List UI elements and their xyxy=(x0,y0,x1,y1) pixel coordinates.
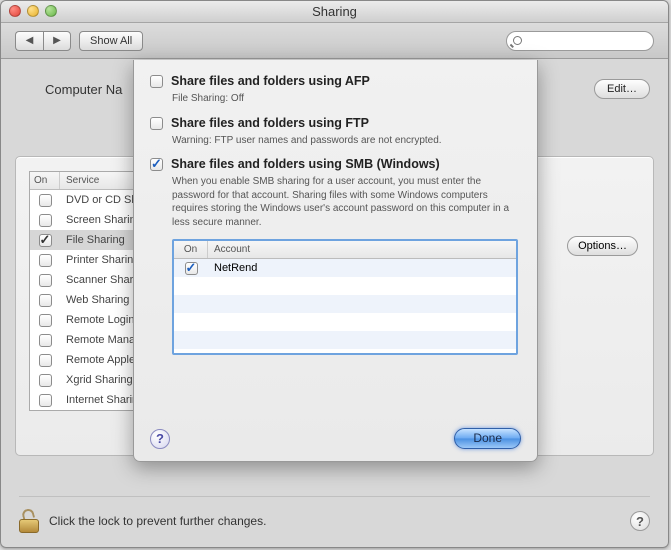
minimize-window-button[interactable] xyxy=(27,5,39,17)
search-field[interactable] xyxy=(506,31,654,51)
account-name: NetRend xyxy=(208,262,516,274)
afp-sub: File Sharing: Off xyxy=(172,92,521,106)
forward-button[interactable]: ▶ xyxy=(43,31,71,51)
service-checkbox[interactable] xyxy=(39,274,52,287)
lock-icon[interactable] xyxy=(19,509,39,533)
close-window-button[interactable] xyxy=(9,5,21,17)
sharing-prefpane-window: Sharing ◀ ▶ Show All Computer Na Edit… C… xyxy=(0,0,669,548)
done-button[interactable]: Done xyxy=(454,428,521,449)
afp-label: Share files and folders using AFP xyxy=(171,74,370,88)
options-sheet: Share files and folders using AFP File S… xyxy=(133,60,538,462)
service-checkbox[interactable] xyxy=(39,194,52,207)
nav-buttons: ◀ ▶ xyxy=(15,31,71,51)
ftp-label: Share files and folders using FTP xyxy=(171,116,369,130)
computer-name-label: Computer Na xyxy=(45,82,122,97)
accounts-table: On Account NetRend xyxy=(172,239,518,355)
services-header-on: On xyxy=(30,172,60,189)
smb-sub: When you enable SMB sharing for a user a… xyxy=(172,175,521,229)
zoom-window-button[interactable] xyxy=(45,5,57,17)
service-checkbox[interactable] xyxy=(39,374,52,387)
account-row xyxy=(174,313,516,331)
edit-name-button[interactable]: Edit… xyxy=(594,79,650,99)
service-checkbox[interactable] xyxy=(39,254,52,267)
service-checkbox[interactable] xyxy=(39,314,52,327)
show-all-button[interactable]: Show All xyxy=(79,31,143,51)
account-row xyxy=(174,277,516,295)
accounts-header-on: On xyxy=(174,241,208,258)
accounts-header: On Account xyxy=(174,241,516,259)
service-checkbox[interactable] xyxy=(39,294,52,307)
account-row xyxy=(174,331,516,349)
toolbar: ◀ ▶ Show All xyxy=(1,23,668,59)
sheet-help-button[interactable]: ? xyxy=(150,429,170,449)
help-button[interactable]: ? xyxy=(630,511,650,531)
account-row xyxy=(174,295,516,313)
titlebar: Sharing xyxy=(1,1,668,23)
search-input[interactable] xyxy=(517,34,663,48)
account-checkbox[interactable] xyxy=(185,262,198,275)
window-controls xyxy=(9,5,57,17)
service-checkbox[interactable] xyxy=(39,334,52,347)
service-checkbox[interactable] xyxy=(39,214,52,227)
back-button[interactable]: ◀ xyxy=(15,31,43,51)
service-checkbox[interactable] xyxy=(39,394,52,407)
options-button[interactable]: Options… xyxy=(567,236,638,256)
account-row[interactable]: NetRend xyxy=(174,259,516,277)
lock-text: Click the lock to prevent further change… xyxy=(49,514,266,528)
afp-checkbox[interactable] xyxy=(150,75,163,88)
service-checkbox[interactable] xyxy=(39,234,52,247)
smb-checkbox[interactable] xyxy=(150,158,163,171)
window-title: Sharing xyxy=(312,4,357,19)
smb-label: Share files and folders using SMB (Windo… xyxy=(171,157,440,171)
ftp-checkbox[interactable] xyxy=(150,117,163,130)
lock-bar: Click the lock to prevent further change… xyxy=(19,496,650,533)
accounts-header-account: Account xyxy=(208,241,516,258)
service-checkbox[interactable] xyxy=(39,354,52,367)
ftp-sub: Warning: FTP user names and passwords ar… xyxy=(172,134,521,148)
